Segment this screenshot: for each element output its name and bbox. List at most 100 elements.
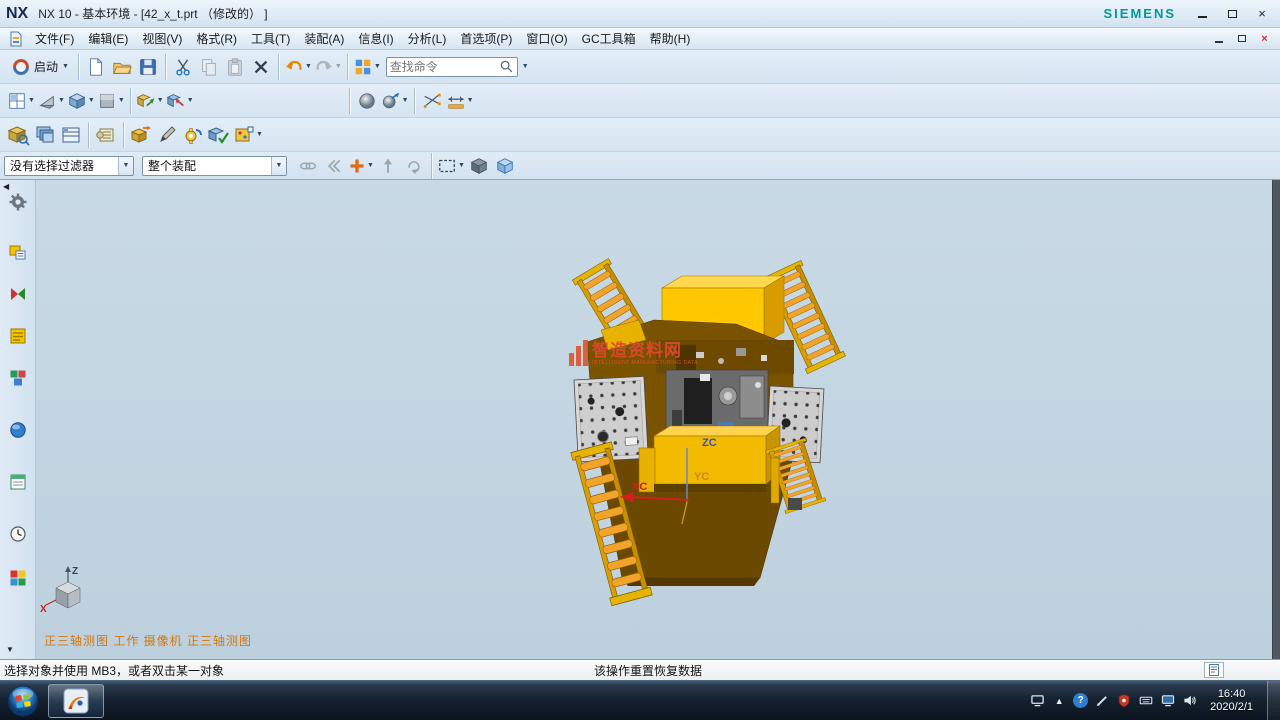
dropdown-arrow-icon[interactable]: ▼ — [58, 97, 65, 104]
part-navigator-button[interactable] — [8, 327, 28, 345]
maximize-button[interactable] — [1224, 7, 1240, 21]
status-note-button[interactable] — [1204, 662, 1224, 678]
snap-point-button[interactable] — [419, 88, 445, 114]
menu-preferences[interactable]: 首选项(P) — [453, 28, 519, 49]
transparent-body-filter-button[interactable] — [492, 153, 518, 179]
tray-expand-button[interactable]: ▲ — [1051, 693, 1067, 709]
dropdown-arrow-icon[interactable]: ▼ — [62, 63, 69, 70]
redo-button[interactable]: ▼ — [313, 54, 343, 80]
menu-window[interactable]: 窗口(O) — [519, 28, 574, 49]
analysis-sphere-button[interactable]: ▼ — [380, 88, 410, 114]
menu-assemblies[interactable]: 装配(A) — [297, 28, 351, 49]
combo-dropdown-icon[interactable]: ▼ — [118, 157, 133, 175]
marquee-select-button[interactable]: ▼ — [436, 153, 466, 179]
child-close-button[interactable]: × — [1257, 32, 1272, 45]
web-browser-button[interactable] — [8, 473, 28, 491]
open-component-button[interactable] — [32, 122, 58, 148]
resource-expand-icon[interactable]: ▼ — [6, 645, 14, 654]
edit-suppress-button[interactable] — [154, 122, 180, 148]
chain-select-button[interactable] — [295, 153, 321, 179]
reselect-button[interactable] — [401, 153, 427, 179]
paste-button[interactable] — [222, 54, 248, 80]
menu-gc-toolbox[interactable]: GC工具箱 — [575, 28, 643, 49]
view-cube-button[interactable]: ▼ — [66, 88, 96, 114]
dropdown-arrow-icon[interactable]: ▼ — [157, 97, 164, 104]
child-restore-button[interactable] — [1234, 32, 1249, 45]
menu-help[interactable]: 帮助(H) — [643, 28, 698, 49]
dropdown-arrow-icon[interactable]: ▼ — [402, 97, 409, 104]
copy-button[interactable] — [196, 54, 222, 80]
menu-information[interactable]: 信息(I) — [351, 28, 400, 49]
right-resource-strip[interactable] — [1272, 180, 1280, 659]
tray-keyboard-icon[interactable] — [1138, 693, 1154, 709]
reuse-library-button[interactable] — [8, 369, 28, 387]
tray-display-icon[interactable] — [1160, 693, 1176, 709]
assembly-navigator-button[interactable] — [8, 243, 28, 261]
solid-body-filter-button[interactable] — [466, 153, 492, 179]
resource-collapse-icon[interactable]: ◀ — [3, 182, 9, 191]
tray-pen-icon[interactable] — [1094, 693, 1110, 709]
menu-edit[interactable]: 编辑(E) — [81, 28, 135, 49]
dropdown-arrow-icon[interactable]: ▼ — [28, 97, 35, 104]
more-assembly-button[interactable]: ▼ — [232, 122, 264, 148]
dropdown-arrow-icon[interactable]: ▼ — [305, 63, 312, 70]
update-arrangement-button[interactable] — [206, 122, 232, 148]
taskbar-nx-button[interactable] — [48, 684, 104, 718]
dropdown-arrow-icon[interactable]: ▼ — [467, 97, 474, 104]
tray-volume-icon[interactable] — [1182, 693, 1198, 709]
dropdown-arrow-icon[interactable]: ▼ — [458, 162, 465, 169]
tray-help-icon[interactable]: ? — [1073, 693, 1088, 708]
dropdown-arrow-icon[interactable]: ▼ — [335, 63, 342, 70]
dropdown-arrow-icon[interactable]: ▼ — [367, 162, 374, 169]
undo-button[interactable]: ▼ — [283, 54, 313, 80]
move-component-button[interactable] — [128, 122, 154, 148]
menu-view[interactable]: 视图(V) — [135, 28, 189, 49]
minimize-button[interactable] — [1194, 7, 1210, 21]
delete-button[interactable] — [248, 54, 274, 80]
start-button[interactable] — [4, 682, 42, 720]
window-layout-button[interactable]: ▼ — [6, 88, 36, 114]
menu-tools[interactable]: 工具(T) — [244, 28, 297, 49]
cut-button[interactable] — [170, 54, 196, 80]
true-shading-button[interactable] — [354, 88, 380, 114]
dropdown-arrow-icon[interactable]: ▼ — [374, 63, 381, 70]
combo-dropdown-icon[interactable]: ▼ — [271, 157, 286, 175]
dropdown-arrow-icon[interactable]: ▼ — [118, 97, 125, 104]
save-button[interactable] — [135, 54, 161, 80]
select-parent-button[interactable] — [375, 153, 401, 179]
hide-component-button[interactable]: ▼ — [165, 88, 195, 114]
selection-scope-combo[interactable]: 整个装配 ▼ — [142, 156, 287, 176]
new-file-button[interactable] — [83, 54, 109, 80]
selection-filter-combo[interactable]: 没有选择过滤器 ▼ — [4, 156, 134, 176]
drawing-sheet-button[interactable] — [93, 122, 119, 148]
command-finder[interactable] — [386, 57, 518, 77]
taskbar-clock[interactable]: 16:40 2020/2/1 — [1210, 688, 1253, 714]
dropdown-arrow-icon[interactable]: ▼ — [88, 97, 95, 104]
menu-file[interactable]: 文件(F) — [28, 28, 81, 49]
menu-analysis[interactable]: 分析(L) — [401, 28, 454, 49]
viewport-3d[interactable]: ZC YC XC Z X — [36, 180, 1272, 659]
find-component-button[interactable] — [6, 122, 32, 148]
show-desktop-button[interactable] — [1267, 681, 1280, 720]
show-hide-button[interactable]: ▼ — [135, 88, 165, 114]
touch-layout-button[interactable]: ▼ — [352, 54, 382, 80]
assembly-constraint-button[interactable] — [180, 122, 206, 148]
search-dropdown-arrow-icon[interactable]: ▼ — [522, 63, 529, 70]
menu-format[interactable]: 格式(R) — [189, 28, 244, 49]
dropdown-arrow-icon[interactable]: ▼ — [187, 97, 194, 104]
dropdown-arrow-icon[interactable]: ▼ — [256, 131, 263, 138]
open-file-button[interactable] — [109, 54, 135, 80]
tray-security-icon[interactable] — [1116, 693, 1132, 709]
constraint-navigator-button[interactable] — [8, 285, 28, 303]
system-materials-button[interactable] — [8, 569, 28, 587]
child-minimize-button[interactable] — [1211, 32, 1226, 45]
roles-gear-button[interactable] — [8, 193, 28, 211]
search-input[interactable] — [390, 60, 499, 74]
prev-selection-button[interactable] — [321, 153, 347, 179]
measure-button[interactable]: ▼ — [445, 88, 475, 114]
view-orient-button[interactable]: ▼ — [36, 88, 66, 114]
component-list-button[interactable] — [58, 122, 84, 148]
close-button[interactable]: × — [1254, 7, 1270, 21]
start-menu-button[interactable]: 启动 ▼ — [6, 54, 74, 80]
tray-customize-button[interactable] — [1029, 693, 1045, 709]
